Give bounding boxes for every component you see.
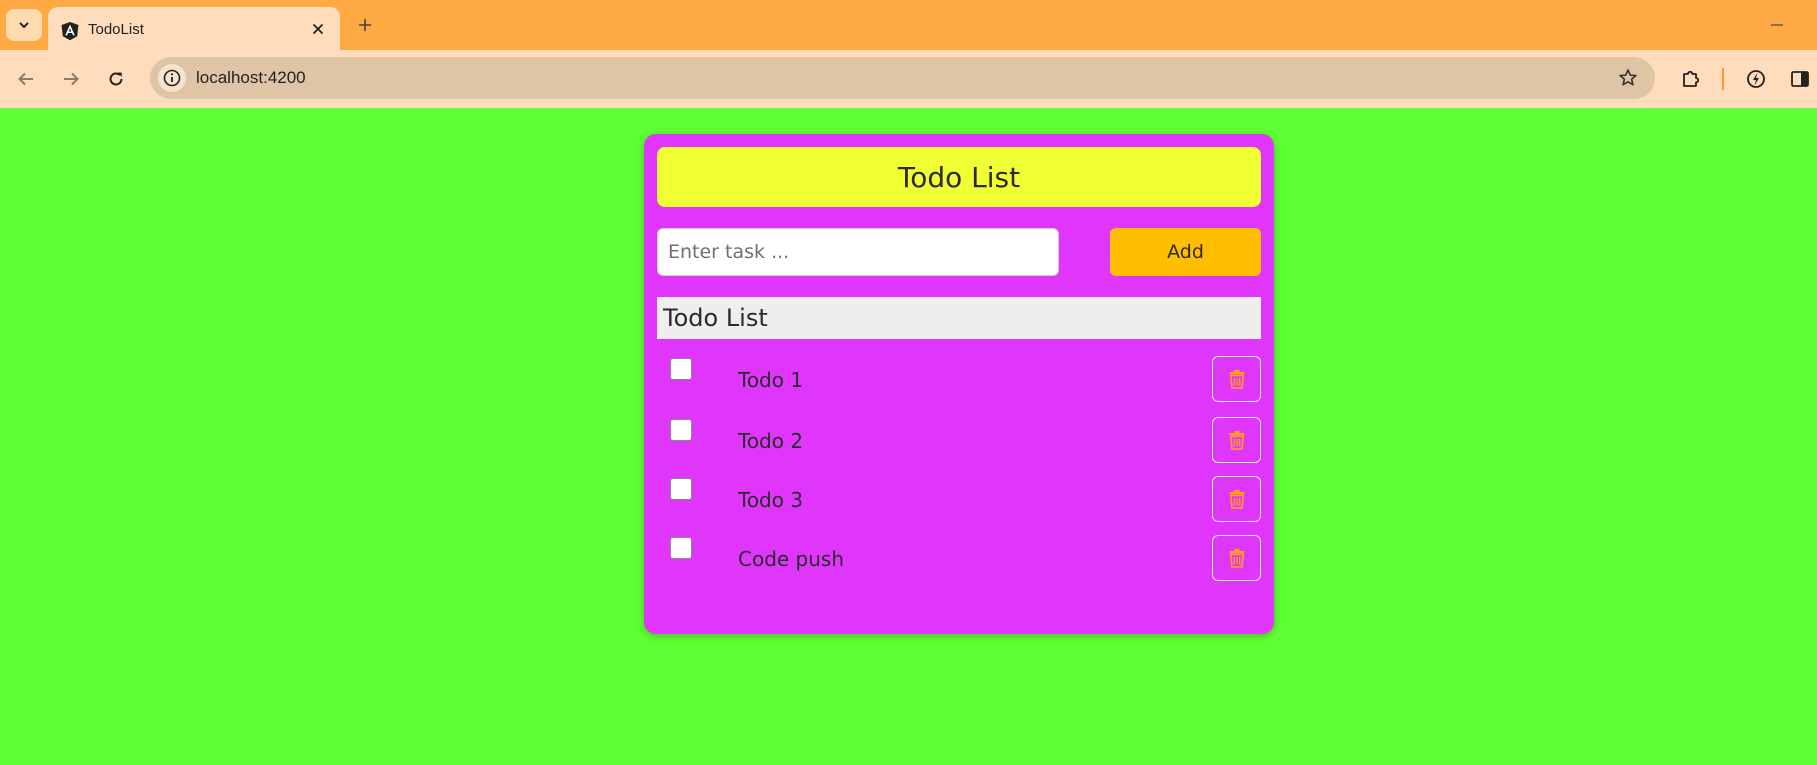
trash-icon [1229,489,1244,509]
todo-checkbox[interactable] [670,537,692,559]
delete-todo-button[interactable] [1212,476,1261,522]
todo-text: Todo 2 [738,429,804,453]
new-tab-button[interactable] [352,12,378,38]
star-icon [1619,69,1637,86]
browser-toolbar: localhost:4200 [0,50,1817,108]
arrow-left-icon [18,72,33,86]
back-button[interactable] [10,63,42,95]
site-info-button[interactable] [158,64,186,92]
list-heading: Todo List [657,297,1261,339]
minimize-icon [1771,24,1783,26]
forward-button[interactable] [55,63,87,95]
arrow-right-icon [64,72,79,86]
page-title: Todo List [897,160,1021,194]
info-icon [163,69,181,87]
side-panel-icon [1791,71,1809,87]
add-task-button[interactable]: Add [1110,228,1261,276]
todo-text: Todo 3 [738,488,804,512]
todo-item: Todo 3 [657,476,1261,526]
address-bar[interactable]: localhost:4200 [150,57,1655,99]
reload-icon [109,72,123,86]
tab-title: TodoList [88,21,144,38]
trash-icon [1229,548,1244,568]
browser-tab-active[interactable]: TodoList [48,7,340,50]
delete-todo-button[interactable] [1212,535,1261,581]
todo-text: Code push [738,547,845,571]
leaf-speed-icon [1747,70,1765,88]
toolbar-separator [1722,68,1724,90]
todo-item: Todo 2 [657,417,1261,467]
angular-icon [61,22,79,41]
plus-icon [359,19,371,31]
delete-todo-button[interactable] [1212,356,1261,402]
extensions-button[interactable] [1675,63,1707,95]
delete-todo-button[interactable] [1212,417,1261,463]
tab-close-button[interactable] [308,19,328,39]
close-icon [312,23,324,35]
todo-header: Todo List [657,147,1261,207]
puzzle-icon [1683,70,1700,87]
todo-item: Code push [657,535,1261,585]
side-panel-button[interactable] [1784,63,1816,95]
performance-button[interactable] [1740,63,1772,95]
trash-icon [1229,369,1244,389]
todo-card: Todo List Add Todo List Todo 1 Todo 2 [644,134,1274,634]
todo-item: Todo 1 [657,356,1261,406]
todo-checkbox[interactable] [670,358,692,380]
chevron-down-icon [19,22,29,29]
url-text[interactable]: localhost:4200 [196,68,306,88]
reload-button[interactable] [100,63,132,95]
browser-tab-bar: TodoList [0,0,1817,50]
window-minimize-button[interactable] [1764,12,1790,38]
todo-checkbox[interactable] [670,419,692,441]
task-input[interactable] [657,228,1059,276]
bookmark-button[interactable] [1615,65,1641,91]
todo-checkbox[interactable] [670,478,692,500]
todo-text: Todo 1 [738,368,804,392]
tab-search-button[interactable] [6,9,42,41]
trash-icon [1229,430,1244,450]
